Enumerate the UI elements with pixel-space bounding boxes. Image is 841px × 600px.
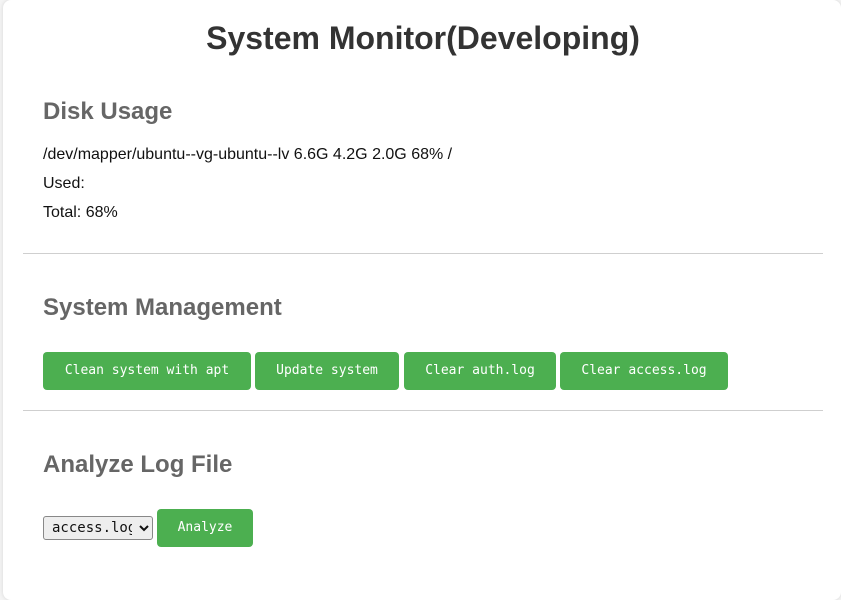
clean-system-button[interactable]: Clean system with apt (43, 352, 251, 390)
main-container: System Monitor(Developing) Disk Usage /d… (3, 0, 841, 600)
disk-usage-heading: Disk Usage (43, 98, 173, 125)
log-file-select[interactable]: access.log (43, 516, 153, 540)
system-management-heading: System Management (43, 294, 282, 321)
section-divider (23, 253, 823, 254)
disk-used-label: Used: (43, 175, 85, 192)
section-divider (23, 410, 823, 411)
disk-device-line: /dev/mapper/ubuntu--vg-ubuntu--lv 6.6G 4… (43, 146, 453, 163)
page-title: System Monitor(Developing) (206, 20, 640, 56)
analyze-log-heading: Analyze Log File (43, 451, 233, 478)
update-system-button[interactable]: Update system (255, 352, 399, 390)
analyze-button[interactable]: Analyze (157, 509, 253, 547)
disk-total-label: Total: 68% (43, 204, 118, 221)
clear-auth-log-button[interactable]: Clear auth.log (404, 352, 556, 390)
clear-access-log-button[interactable]: Clear access.log (560, 352, 728, 390)
